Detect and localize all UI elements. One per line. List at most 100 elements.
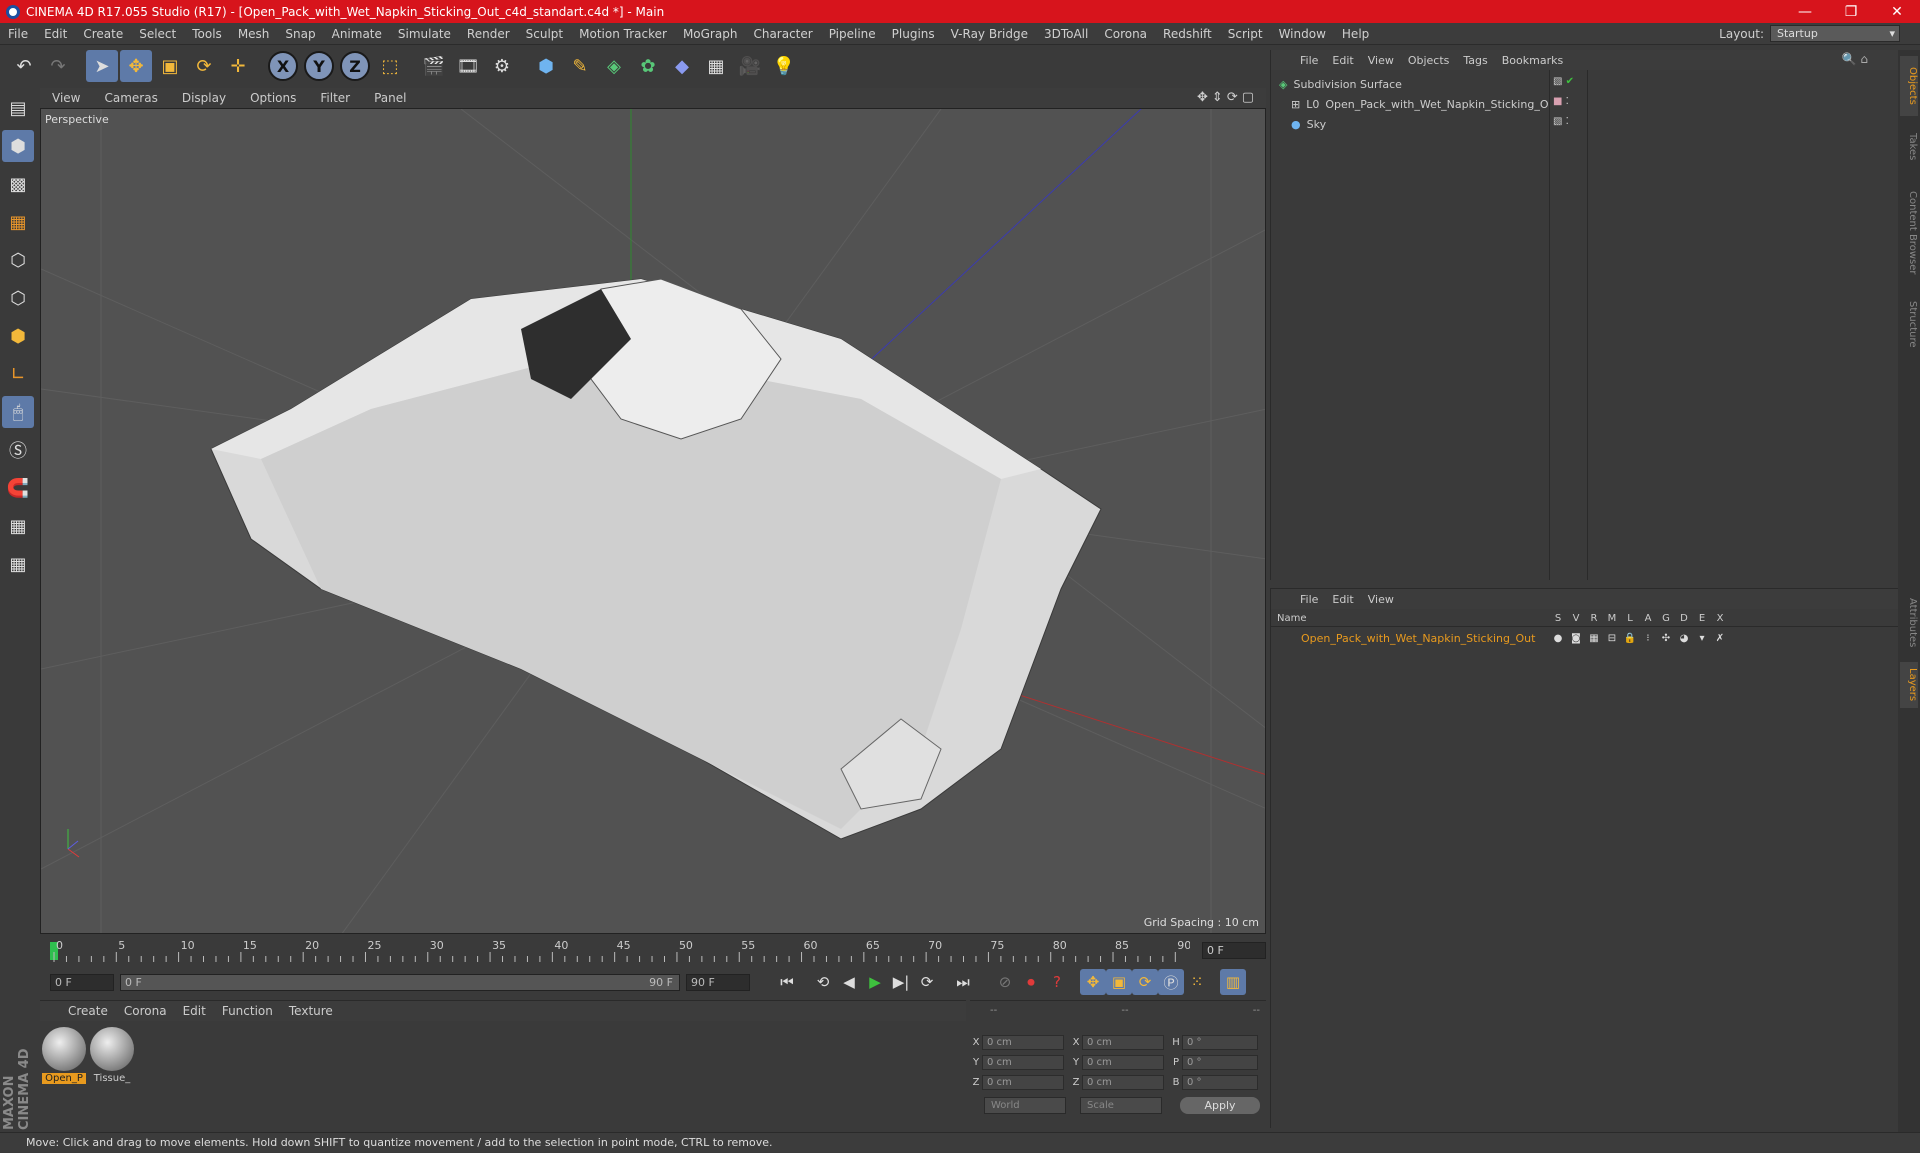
end-frame-field[interactable]: 90 F: [686, 973, 750, 991]
object-row-sky[interactable]: ● Sky ▧ ⁚: [1271, 114, 1899, 134]
motion-record-icon[interactable]: ⊘: [992, 969, 1018, 995]
layer-lock-icon[interactable]: 🔒: [1621, 633, 1639, 644]
perspective-viewport[interactable]: Perspective Grid Spacing : 10 cm: [40, 108, 1266, 934]
rotation-h-field[interactable]: 0 °: [1182, 1035, 1258, 1050]
grid-icon[interactable]: ▦: [2, 548, 34, 580]
workplane-lock-icon[interactable]: ▦: [2, 510, 34, 542]
record-keys-icon[interactable]: ⏺: [1018, 969, 1044, 995]
viewport-nav-icons[interactable]: ✥⇕⟳▢: [1197, 90, 1258, 105]
deformer-icon[interactable]: ◆: [666, 50, 698, 82]
layout-dropdown[interactable]: Startup: [1770, 25, 1900, 42]
key-position-icon[interactable]: ✥: [1080, 969, 1106, 995]
timeline-ruler[interactable]: 0 5 10 15 20 25 30 35 40 45 50 55 60 65 70 75 80 85 90 0 F: [40, 938, 1266, 964]
rotation-b-field[interactable]: 0 °: [1182, 1075, 1258, 1090]
position-z-field[interactable]: 0 cm: [982, 1075, 1064, 1090]
key-rotation-icon[interactable]: ⟳: [1132, 969, 1158, 995]
menu-mesh[interactable]: Mesh: [230, 27, 278, 41]
rotation-p-field[interactable]: 0 °: [1182, 1055, 1258, 1070]
object-row-pack[interactable]: ⊞ L0 Open_Pack_with_Wet_Napkin_Sticking_Ou…: [1271, 94, 1899, 114]
menu-simulate[interactable]: Simulate: [390, 27, 459, 41]
make-editable-icon[interactable]: ▤: [2, 92, 34, 124]
layer-xref-icon[interactable]: ✗: [1711, 633, 1729, 644]
menu-file[interactable]: File: [0, 27, 36, 41]
auto-keying-icon[interactable]: ?: [1044, 969, 1070, 995]
subdivision-icon[interactable]: ◈: [598, 50, 630, 82]
rotate-tool-icon[interactable]: ⟳: [188, 50, 220, 82]
material-menu-edit[interactable]: Edit: [175, 1004, 214, 1018]
next-key-icon[interactable]: ⟳: [914, 969, 940, 995]
solo-icon[interactable]: Ⓢ: [2, 434, 34, 466]
menu-create[interactable]: Create: [75, 27, 131, 41]
menu-select[interactable]: Select: [131, 27, 184, 41]
om-menu-view[interactable]: View: [1361, 54, 1401, 67]
camera-icon[interactable]: 🎥: [734, 50, 766, 82]
material-swatch[interactable]: Open_P: [42, 1027, 86, 1084]
menu-edit[interactable]: Edit: [36, 27, 75, 41]
layer-expression-icon[interactable]: ▾: [1693, 633, 1711, 644]
timeline-window-icon[interactable]: ▥: [1220, 969, 1246, 995]
lm-menu-view[interactable]: View: [1361, 593, 1401, 606]
layer-row[interactable]: Open_Pack_with_Wet_Napkin_Sticking_Out ●…: [1271, 629, 1899, 647]
object-row-subdivision[interactable]: ◈ Subdivision Surface ▧ ✔: [1271, 74, 1899, 94]
start-frame-field[interactable]: 0 F: [50, 973, 114, 991]
tab-layers[interactable]: Layers: [1900, 662, 1918, 708]
x-axis-lock-button[interactable]: X: [268, 51, 298, 81]
cube-icon[interactable]: ⬢: [530, 50, 562, 82]
menu-window[interactable]: Window: [1271, 27, 1334, 41]
render-picture-viewer-icon[interactable]: 🎞: [452, 50, 484, 82]
viewport-menu-filter[interactable]: Filter: [308, 91, 362, 105]
light-icon[interactable]: 💡: [768, 50, 800, 82]
layer-render-icon[interactable]: ▦: [1585, 633, 1603, 644]
menu-vray-bridge[interactable]: V-Ray Bridge: [943, 27, 1036, 41]
menu-pipeline[interactable]: Pipeline: [821, 27, 884, 41]
material-swatch[interactable]: Tissue_: [90, 1027, 134, 1084]
material-menu-corona[interactable]: Corona: [116, 1004, 175, 1018]
redo-icon[interactable]: ↷: [42, 50, 74, 82]
play-icon[interactable]: ▶: [862, 969, 888, 995]
tweak-mode-icon[interactable]: 🖱: [2, 396, 34, 428]
menu-help[interactable]: Help: [1334, 27, 1377, 41]
menu-render[interactable]: Render: [459, 27, 518, 41]
material-menu-texture[interactable]: Texture: [281, 1004, 341, 1018]
points-mode-icon[interactable]: ⬡: [2, 244, 34, 276]
coordinate-system-icon[interactable]: ⬚: [374, 50, 406, 82]
tab-attributes[interactable]: Attributes: [1900, 590, 1918, 656]
layer-solo-icon[interactable]: ●: [1549, 633, 1567, 644]
texture-mode-icon[interactable]: ▩: [2, 168, 34, 200]
material-menu-create[interactable]: Create: [60, 1004, 116, 1018]
viewport-menu-panel[interactable]: Panel: [362, 91, 418, 105]
polygons-mode-icon[interactable]: ⬢: [2, 320, 34, 352]
size-z-field[interactable]: 0 cm: [1082, 1075, 1164, 1090]
edges-mode-icon[interactable]: ⬡: [2, 282, 34, 314]
menu-corona[interactable]: Corona: [1096, 27, 1155, 41]
previous-frame-icon[interactable]: ◀: [836, 969, 862, 995]
tab-content-browser[interactable]: Content Browser: [1900, 178, 1918, 288]
size-mode-dropdown[interactable]: Scale: [1080, 1097, 1162, 1114]
key-parameter-icon[interactable]: Ⓟ: [1158, 969, 1184, 995]
maximize-icon[interactable]: ❐: [1828, 4, 1874, 20]
snap-icon[interactable]: 🧲: [2, 472, 34, 504]
position-x-field[interactable]: 0 cm: [982, 1035, 1064, 1050]
floor-icon[interactable]: ▦: [700, 50, 732, 82]
z-axis-lock-button[interactable]: Z: [340, 51, 370, 81]
object-flags[interactable]: ■ ⁚: [1553, 96, 1569, 107]
menu-snap[interactable]: Snap: [277, 27, 323, 41]
model-mode-icon[interactable]: ⬢: [2, 130, 34, 162]
size-x-field[interactable]: 0 cm: [1082, 1035, 1164, 1050]
viewport-menu-options[interactable]: Options: [238, 91, 308, 105]
tab-objects[interactable]: Objects: [1900, 56, 1918, 116]
select-tool-icon[interactable]: ➤: [86, 50, 118, 82]
mograph-cloner-icon[interactable]: ✿: [632, 50, 664, 82]
menu-mograph[interactable]: MoGraph: [675, 27, 746, 41]
expand-icon[interactable]: ⊞: [1291, 98, 1300, 111]
layer-animation-icon[interactable]: ⁝: [1639, 633, 1657, 644]
tab-structure[interactable]: Structure: [1900, 294, 1918, 354]
material-menu-function[interactable]: Function: [214, 1004, 281, 1018]
move-tool-icon[interactable]: ✥: [120, 50, 152, 82]
viewport-menu-cameras[interactable]: Cameras: [92, 91, 169, 105]
y-axis-lock-button[interactable]: Y: [304, 51, 334, 81]
render-settings-icon[interactable]: ⚙: [486, 50, 518, 82]
pen-spline-icon[interactable]: ✎: [564, 50, 596, 82]
frame-range-slider[interactable]: 0 F 90 F: [120, 973, 680, 991]
size-y-field[interactable]: 0 cm: [1082, 1055, 1164, 1070]
